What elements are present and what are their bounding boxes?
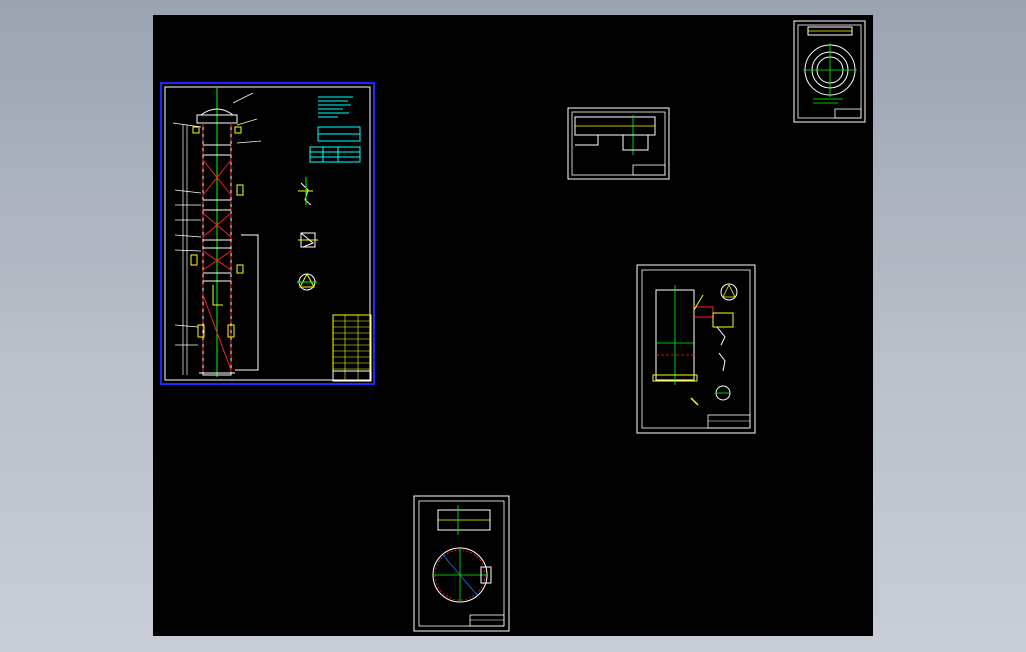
sheet-inner-border <box>164 86 371 381</box>
technical-notes-block <box>309 96 361 163</box>
detail-view-a <box>298 177 313 206</box>
sheet-nozzle-section[interactable] <box>567 107 670 180</box>
title-block <box>332 314 372 382</box>
sheet-main-tower-assembly[interactable] <box>160 82 375 385</box>
sheet-flange-detail[interactable] <box>793 20 866 123</box>
sheet-plate-detail[interactable] <box>413 495 510 632</box>
tower-column <box>172 87 262 377</box>
detail-view-b <box>298 232 318 248</box>
cad-model-space <box>160 20 866 632</box>
drawing-canvas[interactable] <box>153 15 873 636</box>
sheet-tank-assembly[interactable] <box>636 264 756 434</box>
detail-view-c <box>297 272 317 291</box>
